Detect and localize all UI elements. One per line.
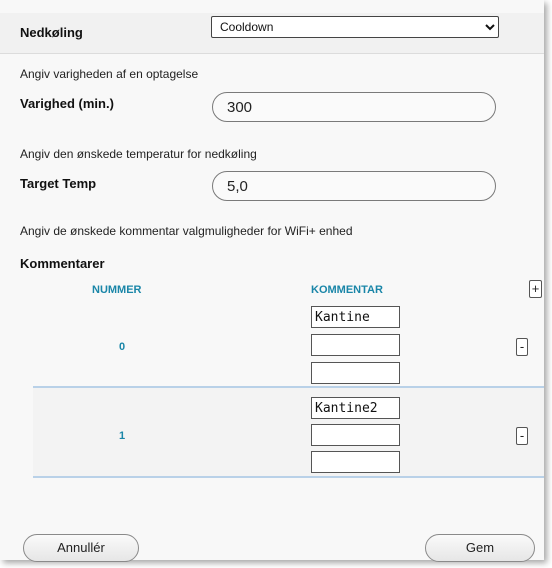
duration-description: Angiv varigheden af en optagelse <box>20 67 199 81</box>
row-number: 1 <box>119 430 126 442</box>
settings-dialog: Nedkøling Cooldown Angiv varigheden af e… <box>0 0 544 562</box>
comments-label: Kommentarer <box>20 256 105 271</box>
comment-input[interactable] <box>311 334 400 356</box>
remove-comment-button[interactable]: - <box>516 427 528 445</box>
add-comment-button[interactable]: + <box>529 280 542 298</box>
row-number: 0 <box>119 341 126 353</box>
column-header-number: NUMMER <box>92 284 142 296</box>
duration-input[interactable] <box>212 92 496 122</box>
cooldown-select[interactable]: Cooldown <box>211 16 499 38</box>
duration-label: Varighed (min.) <box>20 96 114 111</box>
temperature-label: Target Temp <box>20 176 97 191</box>
comment-input[interactable] <box>311 362 400 384</box>
row-divider <box>33 476 544 478</box>
temperature-description: Angiv den ønskede temperatur for nedkøli… <box>20 147 257 161</box>
comment-input[interactable] <box>311 306 400 328</box>
comment-input[interactable] <box>311 424 400 446</box>
comment-input[interactable] <box>311 451 400 473</box>
save-button[interactable]: Gem <box>425 534 535 562</box>
table-row <box>33 388 544 476</box>
comments-description: Angiv de ønskede kommentar valgmulighede… <box>20 224 353 238</box>
temperature-input[interactable] <box>212 171 496 201</box>
comment-input[interactable] <box>311 397 400 419</box>
column-header-comment: KOMMENTAR <box>311 284 383 296</box>
cooldown-label: Nedkøling <box>20 25 83 40</box>
remove-comment-button[interactable]: - <box>516 338 528 356</box>
cancel-button[interactable]: Annullér <box>23 534 139 562</box>
